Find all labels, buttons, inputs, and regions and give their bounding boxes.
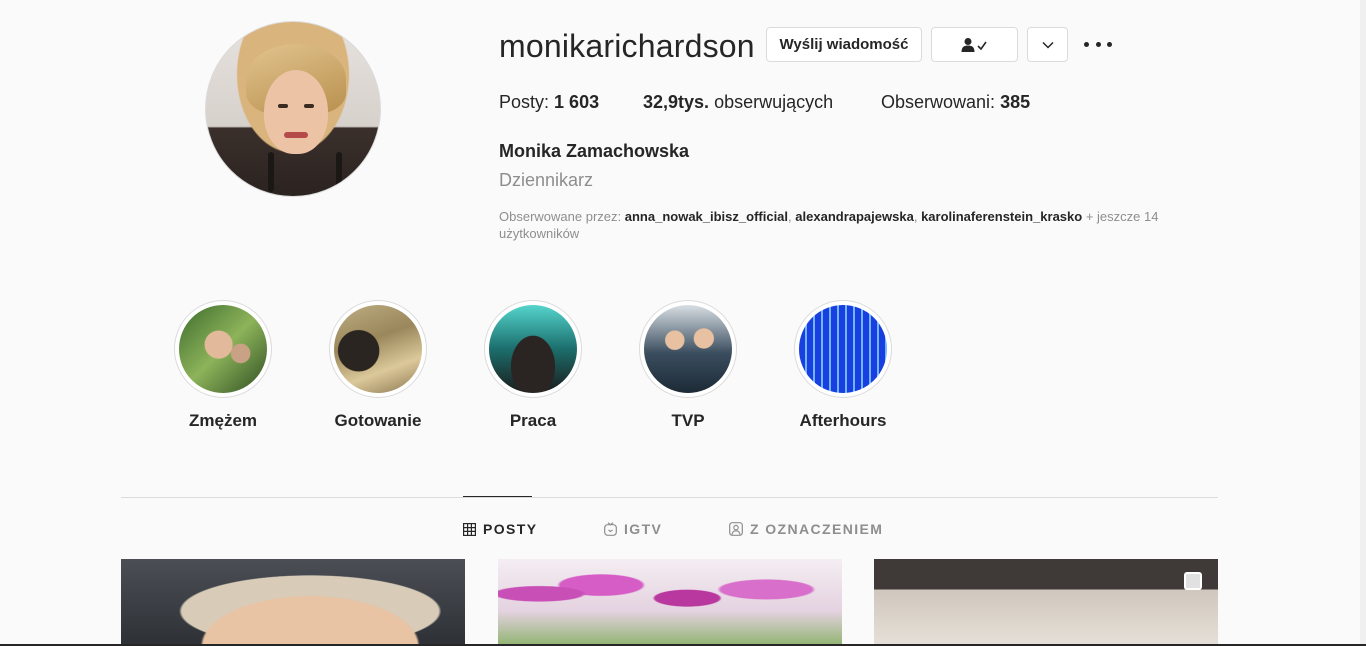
following-link[interactable]: Obserwowani: 385	[881, 92, 1030, 113]
highlight-ring	[329, 300, 427, 398]
followed-by-account[interactable]: anna_nowak_ibisz_official	[625, 209, 788, 224]
dot-icon	[1107, 41, 1112, 47]
more-options-button[interactable]	[1084, 38, 1112, 50]
following-button[interactable]	[931, 27, 1018, 62]
post-thumbnail[interactable]	[874, 559, 1218, 646]
followers-value: 32,9tys.	[643, 92, 710, 112]
following-value: 385	[1000, 92, 1031, 112]
dot-icon	[1084, 41, 1089, 47]
separator: ,	[913, 209, 918, 224]
highlight-ring	[639, 300, 737, 398]
followers-label: obserwujących	[714, 92, 834, 112]
chevron-down-icon	[1041, 41, 1054, 49]
tab-label: Z OZNACZENIEM	[750, 521, 884, 537]
highlight-label: Gotowanie	[334, 411, 422, 430]
followed-by-account[interactable]: karolinaferenstein_krasko	[921, 209, 1082, 224]
profile-category: Dziennikarz	[499, 170, 594, 190]
tabs-divider	[121, 497, 1218, 498]
tab-label: IGTV	[624, 521, 663, 537]
highlight-afterhours[interactable]: Afterhours	[793, 300, 893, 431]
avatar-lips	[284, 132, 308, 138]
posts-count: Posty: 1 603	[499, 92, 599, 113]
highlight-gotowanie[interactable]: Gotowanie	[328, 300, 428, 431]
followed-by-prefix: Obserwowane przez:	[499, 209, 622, 224]
profile-full-name: Monika Zamachowska	[499, 141, 690, 161]
send-message-button[interactable]: Wyślij wiadomość	[766, 27, 922, 62]
highlight-cover	[334, 305, 422, 393]
highlight-cover	[489, 305, 577, 393]
highlight-ring	[484, 300, 582, 398]
posts-label: Posty:	[499, 92, 550, 112]
avatar-earring	[268, 152, 274, 192]
avatar-eye	[278, 104, 288, 108]
following-label: Obserwowani:	[881, 92, 996, 112]
suggestions-dropdown-button[interactable]	[1027, 27, 1068, 62]
avatar-face	[264, 70, 328, 154]
avatar-eye	[304, 104, 314, 108]
scrollbar[interactable]	[1360, 0, 1366, 646]
tab-tagged[interactable]: Z OZNACZENIEM	[729, 520, 883, 538]
highlight-ring	[174, 300, 272, 398]
post-thumbnail[interactable]	[498, 559, 842, 646]
user-check-icon	[961, 37, 987, 52]
tagged-icon	[729, 522, 743, 536]
separator: ,	[788, 209, 792, 224]
highlight-cover	[179, 305, 267, 393]
highlight-label: Praca	[509, 411, 557, 430]
highlight-cover	[799, 305, 887, 393]
igtv-icon	[604, 522, 617, 536]
tab-label: POSTY	[483, 521, 538, 537]
active-tab-indicator	[463, 496, 532, 497]
highlight-ring	[794, 300, 892, 398]
tab-posts[interactable]: POSTY	[463, 520, 537, 538]
highlight-label: TVP	[671, 411, 705, 430]
followers-link[interactable]: 32,9tys. obserwujących	[643, 92, 833, 113]
highlight-praca[interactable]: Praca	[483, 300, 583, 431]
profile-username: monikarichardson	[499, 28, 755, 64]
profile-avatar[interactable]	[205, 21, 381, 197]
avatar-earring	[336, 152, 342, 192]
carousel-icon	[1184, 572, 1202, 590]
posts-value: 1 603	[554, 92, 600, 112]
post-thumbnail[interactable]	[121, 559, 465, 646]
grid-icon	[463, 522, 476, 536]
highlight-cover	[644, 305, 732, 393]
followed-by[interactable]: Obserwowane przez: anna_nowak_ibisz_offi…	[499, 208, 1199, 242]
dot-icon	[1095, 41, 1101, 47]
highlight-label: Afterhours	[799, 411, 887, 430]
highlight-tvp[interactable]: TVP	[638, 300, 738, 431]
followed-by-account[interactable]: alexandrapajewska	[795, 209, 914, 224]
tab-igtv[interactable]: IGTV	[604, 520, 662, 538]
highlight-label: Zmężem	[188, 411, 258, 430]
highlight-zmezem[interactable]: Zmężem	[173, 300, 273, 431]
